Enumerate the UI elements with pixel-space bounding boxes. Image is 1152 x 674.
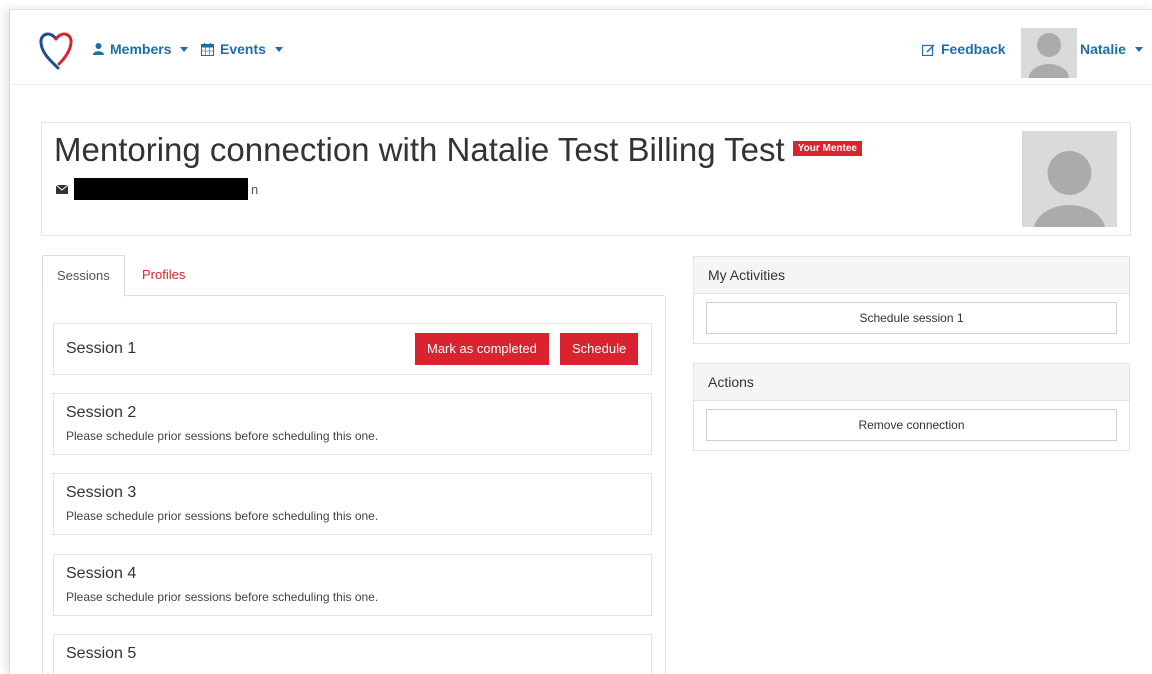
user-name: Natalie (1080, 41, 1126, 57)
feedback-label: Feedback (941, 41, 1006, 57)
schedule-button[interactable]: Schedule (560, 333, 639, 365)
remove-connection-button[interactable]: Remove connection (706, 409, 1117, 441)
schedule-session-button[interactable]: Schedule session 1 (706, 302, 1117, 334)
session-title: Session 4 (66, 565, 137, 582)
session-title: Session 5 (66, 645, 137, 662)
calendar-icon (201, 42, 214, 56)
feedback-link[interactable]: Feedback (922, 41, 1006, 57)
session-card: Session 5 (53, 634, 652, 674)
edit-icon (922, 44, 935, 56)
avatar-icon (1033, 151, 1106, 227)
user-avatar[interactable] (1021, 28, 1077, 78)
session-card: Session 2 Please schedule prior sessions… (53, 393, 652, 455)
session-card: Session 3 Please schedule prior sessions… (53, 473, 652, 535)
my-activities-title: My Activities (694, 257, 1129, 294)
page-title: Mentoring connection with Natalie Test B… (54, 131, 862, 169)
session-note: Please schedule prior sessions before sc… (66, 590, 379, 604)
actions-title: Actions (694, 364, 1129, 401)
events-label: Events (220, 41, 266, 57)
user-icon (93, 43, 104, 55)
chevron-down-icon (274, 46, 283, 52)
page-title-text: Mentoring connection with Natalie Test B… (54, 131, 785, 168)
email-tail: n (251, 181, 259, 197)
top-navbar: Members Events Feedback Natalie (10, 10, 1152, 85)
tab-profiles[interactable]: Profiles (128, 255, 199, 295)
session-note: Please schedule prior sessions before sc… (66, 509, 379, 523)
my-activities-panel: My Activities Schedule session 1 (693, 256, 1130, 344)
mark-completed-button[interactable]: Mark as completed (415, 333, 549, 365)
connection-header: Mentoring connection with Natalie Test B… (41, 122, 1131, 236)
user-menu[interactable]: Natalie (1080, 41, 1143, 57)
session-title: Session 2 (66, 404, 137, 421)
actions-panel: Actions Remove connection (693, 363, 1130, 451)
avatar-icon (1029, 33, 1069, 78)
envelope-icon (56, 184, 68, 194)
session-title: Session 3 (66, 484, 137, 501)
members-menu[interactable]: Members (93, 41, 189, 57)
members-label: Members (110, 41, 172, 57)
mentee-badge: Your Mentee (792, 140, 862, 156)
redacted-email (74, 178, 248, 200)
session-note: Please schedule prior sessions before sc… (66, 429, 379, 443)
session-card: Session 4 Please schedule prior sessions… (53, 554, 652, 616)
events-menu[interactable]: Events (201, 41, 283, 57)
chevron-down-icon (180, 46, 189, 52)
session-title: Session 1 (66, 340, 137, 357)
connection-tabs: Sessions Profiles (42, 255, 664, 297)
mentee-avatar (1022, 131, 1117, 227)
email-row: n (56, 178, 258, 200)
app-window: Members Events Feedback Natalie Mentorin… (9, 9, 1152, 674)
session-card: Session 1 Mark as completed Schedule (53, 323, 652, 375)
heart-logo-icon[interactable] (38, 30, 74, 70)
tab-sessions[interactable]: Sessions (42, 255, 125, 297)
chevron-down-icon (1134, 46, 1143, 52)
